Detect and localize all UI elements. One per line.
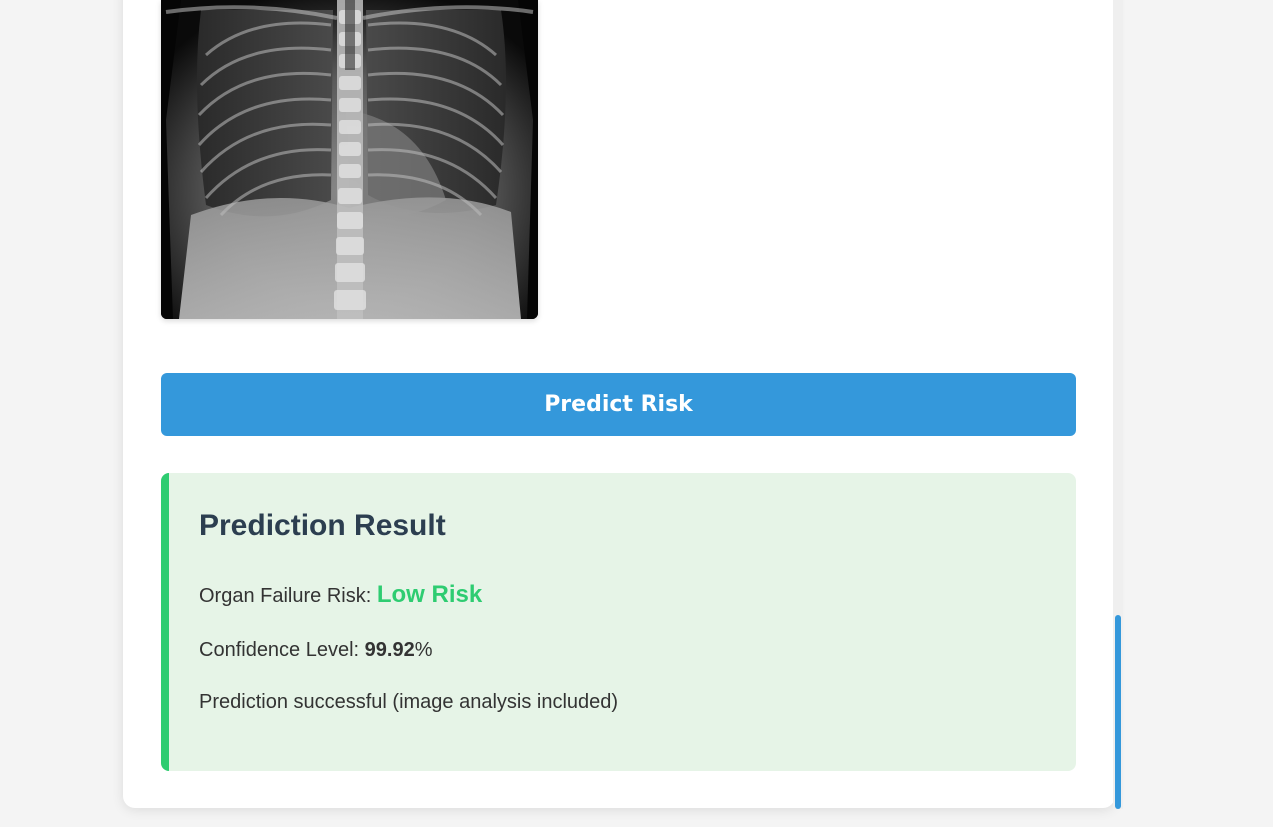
risk-label: Organ Failure Risk: [199,585,372,607]
confidence-row: Confidence Level: 99.92% [199,639,433,662]
status-message: Prediction successful (image analysis in… [199,691,619,713]
confidence-value: 99.92 [364,639,415,661]
xray-image-preview [161,0,538,319]
risk-value: Low Risk [376,581,483,608]
risk-row: Organ Failure Risk: Low Risk [199,581,482,609]
confidence-label: Confidence Level: [199,639,360,661]
result-title: Prediction Result [199,509,446,542]
scrollbar-thumb[interactable] [1115,615,1121,809]
confidence-unit: % [414,639,433,661]
chest-xray-image [161,0,538,319]
prediction-result-panel: Prediction Result Organ Failure Risk: Lo… [161,473,1076,771]
predict-risk-button[interactable]: Predict Risk [161,373,1076,436]
result-accent-bar [161,473,169,771]
